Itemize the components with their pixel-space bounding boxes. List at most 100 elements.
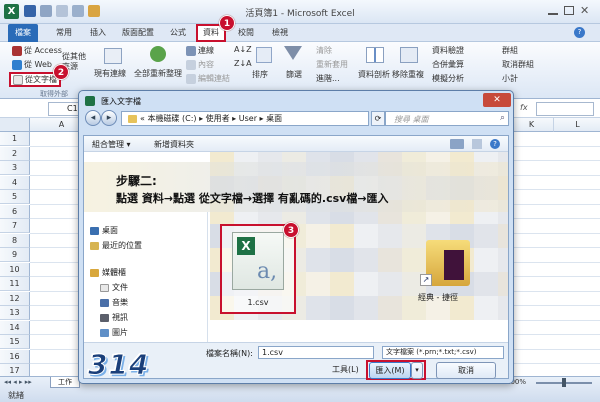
csv-file-name: 1.csv <box>247 298 269 307</box>
view-options-icon[interactable] <box>450 139 464 149</box>
mosaic-tile <box>474 296 498 320</box>
ungroup-button[interactable]: 取消群組 <box>502 59 534 70</box>
import-dropdown-button[interactable]: ▾ <box>411 362 423 379</box>
subtotal-button[interactable]: 小計 <box>502 73 518 84</box>
row-header[interactable]: 16 <box>0 349 30 364</box>
refresh-all-button[interactable]: 全部重新整理 <box>134 68 182 79</box>
forward-button[interactable]: ▸ <box>101 110 117 126</box>
row-header[interactable]: 5 <box>0 190 30 204</box>
row-header[interactable]: 7 <box>0 219 30 233</box>
excel-badge-icon: X <box>237 237 255 255</box>
text-file-icon <box>13 74 23 85</box>
zoom-slider-thumb[interactable] <box>562 378 566 387</box>
mosaic-tile <box>402 248 426 272</box>
dialog-title: 匯入文字檔 <box>101 97 141 106</box>
what-if-button[interactable]: 模擬分析 <box>432 73 464 84</box>
address-bar[interactable]: « 本機磁碟 (C:) ▸ 使用者 ▸ User ▸ 桌面 <box>121 111 369 126</box>
sort-az-button[interactable]: A↓Z <box>234 45 252 54</box>
row-header[interactable]: 4 <box>0 175 30 190</box>
row-header[interactable]: 11 <box>0 277 30 291</box>
reapply-button[interactable]: 重新套用 <box>316 59 348 70</box>
sort-button[interactable]: 排序 <box>252 69 268 80</box>
sheet-tab[interactable]: 工作 <box>50 377 80 388</box>
cancel-button[interactable]: 取消 <box>436 362 496 379</box>
new-folder-button[interactable]: 新增資料夾 <box>154 139 194 150</box>
row-header[interactable]: 14 <box>0 320 30 335</box>
folder-shortcut-icon[interactable]: ↗ <box>420 240 470 286</box>
mosaic-tile <box>330 272 354 296</box>
group-label-get-external: 取得外部 <box>40 90 68 98</box>
advanced-button[interactable]: 進階... <box>316 73 340 84</box>
nav-desktop[interactable]: 桌面 <box>90 225 118 236</box>
nav-libraries[interactable]: 媒體櫃 <box>90 267 126 278</box>
row-header[interactable]: 12 <box>0 291 30 306</box>
existing-connections-button[interactable]: 現有連線 <box>94 68 126 79</box>
filter-button[interactable]: 篩選 <box>286 69 302 80</box>
remove-duplicates-button[interactable]: 移除重複 <box>392 69 424 80</box>
from-access-button[interactable]: 從 Access <box>12 45 62 56</box>
edit-links-button[interactable]: 編輯連結 <box>186 73 230 84</box>
tools-button[interactable]: 工具(L) <box>332 364 359 375</box>
nav-recent[interactable]: 最近的位置 <box>90 240 142 251</box>
row-header[interactable]: 9 <box>0 248 30 262</box>
back-button[interactable]: ◂ <box>85 110 101 126</box>
row-header[interactable]: 10 <box>0 262 30 277</box>
dialog-toolbar <box>84 136 508 152</box>
nav-music[interactable]: 音樂 <box>100 297 128 308</box>
minimize-button[interactable] <box>548 13 558 15</box>
sort-za-button[interactable]: Z↓A <box>234 59 252 68</box>
text-to-columns-button[interactable]: 資料剖析 <box>358 69 390 80</box>
step-badge-3: 3 <box>283 222 299 238</box>
filename-input[interactable]: 1.csv <box>258 346 374 359</box>
row-header[interactable]: 3 <box>0 161 30 175</box>
tab-insert[interactable]: 插入 <box>84 24 112 42</box>
nav-documents[interactable]: 文件 <box>100 282 128 293</box>
formula-input[interactable] <box>536 102 594 116</box>
properties-button[interactable]: 內容 <box>186 59 214 70</box>
group-button[interactable]: 群組 <box>502 45 518 56</box>
help-icon[interactable]: ? <box>574 27 585 38</box>
tab-home[interactable]: 常用 <box>50 24 78 42</box>
documents-icon <box>100 283 109 292</box>
row-header[interactable]: 13 <box>0 306 30 320</box>
connections-button[interactable]: 連線 <box>186 45 214 56</box>
consolidate-button[interactable]: 合併彙算 <box>432 59 464 70</box>
organize-button[interactable]: 組合管理 ▾ <box>92 139 131 150</box>
filetype-select[interactable]: 文字檔案 (*.prn;*.txt;*.csv) <box>382 346 504 359</box>
sort-icon <box>256 47 272 63</box>
help-icon[interactable]: ? <box>490 139 500 149</box>
nav-pictures[interactable]: 圖片 <box>100 327 128 338</box>
select-all-corner[interactable] <box>0 118 30 132</box>
import-button[interactable]: 匯入(M) <box>369 362 411 379</box>
dialog-icon <box>85 96 95 106</box>
row-header[interactable]: 15 <box>0 335 30 349</box>
desktop-icon <box>90 226 99 235</box>
tab-review[interactable]: 校閱 <box>232 24 260 42</box>
tab-page-layout[interactable]: 版面配置 <box>118 24 158 42</box>
pictures-icon <box>100 328 109 337</box>
row-header[interactable]: 6 <box>0 204 30 219</box>
tab-view[interactable]: 檢視 <box>266 24 294 42</box>
row-header[interactable]: 1 <box>0 132 30 146</box>
nav-videos[interactable]: 視訊 <box>100 312 128 323</box>
column-header[interactable]: L <box>554 118 600 132</box>
preview-pane-icon[interactable] <box>472 139 482 149</box>
data-validation-button[interactable]: 資料驗證 <box>432 45 464 56</box>
tab-file[interactable]: 檔案 <box>8 24 38 42</box>
from-web-button[interactable]: 從 Web <box>12 59 52 70</box>
row-header[interactable]: 8 <box>0 233 30 248</box>
clear-button[interactable]: 清除 <box>316 45 332 56</box>
column-header[interactable]: K <box>510 118 554 132</box>
mosaic-tile <box>378 296 402 320</box>
mosaic-tile <box>354 248 378 272</box>
csv-file-item[interactable]: X a, 1.csv <box>220 224 296 314</box>
maximize-button[interactable] <box>564 6 574 15</box>
tab-formulas[interactable]: 公式 <box>164 24 192 42</box>
sheet-nav-icons[interactable]: ◂◂ ◂ ▸ ▸▸ <box>4 378 32 386</box>
dialog-close-button[interactable]: ✕ <box>483 93 511 107</box>
refresh-address-icon[interactable]: ⟳ <box>371 111 385 126</box>
search-input[interactable]: 搜尋 桌面 ⌕ <box>385 111 509 126</box>
row-header[interactable]: 2 <box>0 146 30 161</box>
close-button[interactable]: ✕ <box>580 4 589 17</box>
access-icon <box>12 45 22 56</box>
